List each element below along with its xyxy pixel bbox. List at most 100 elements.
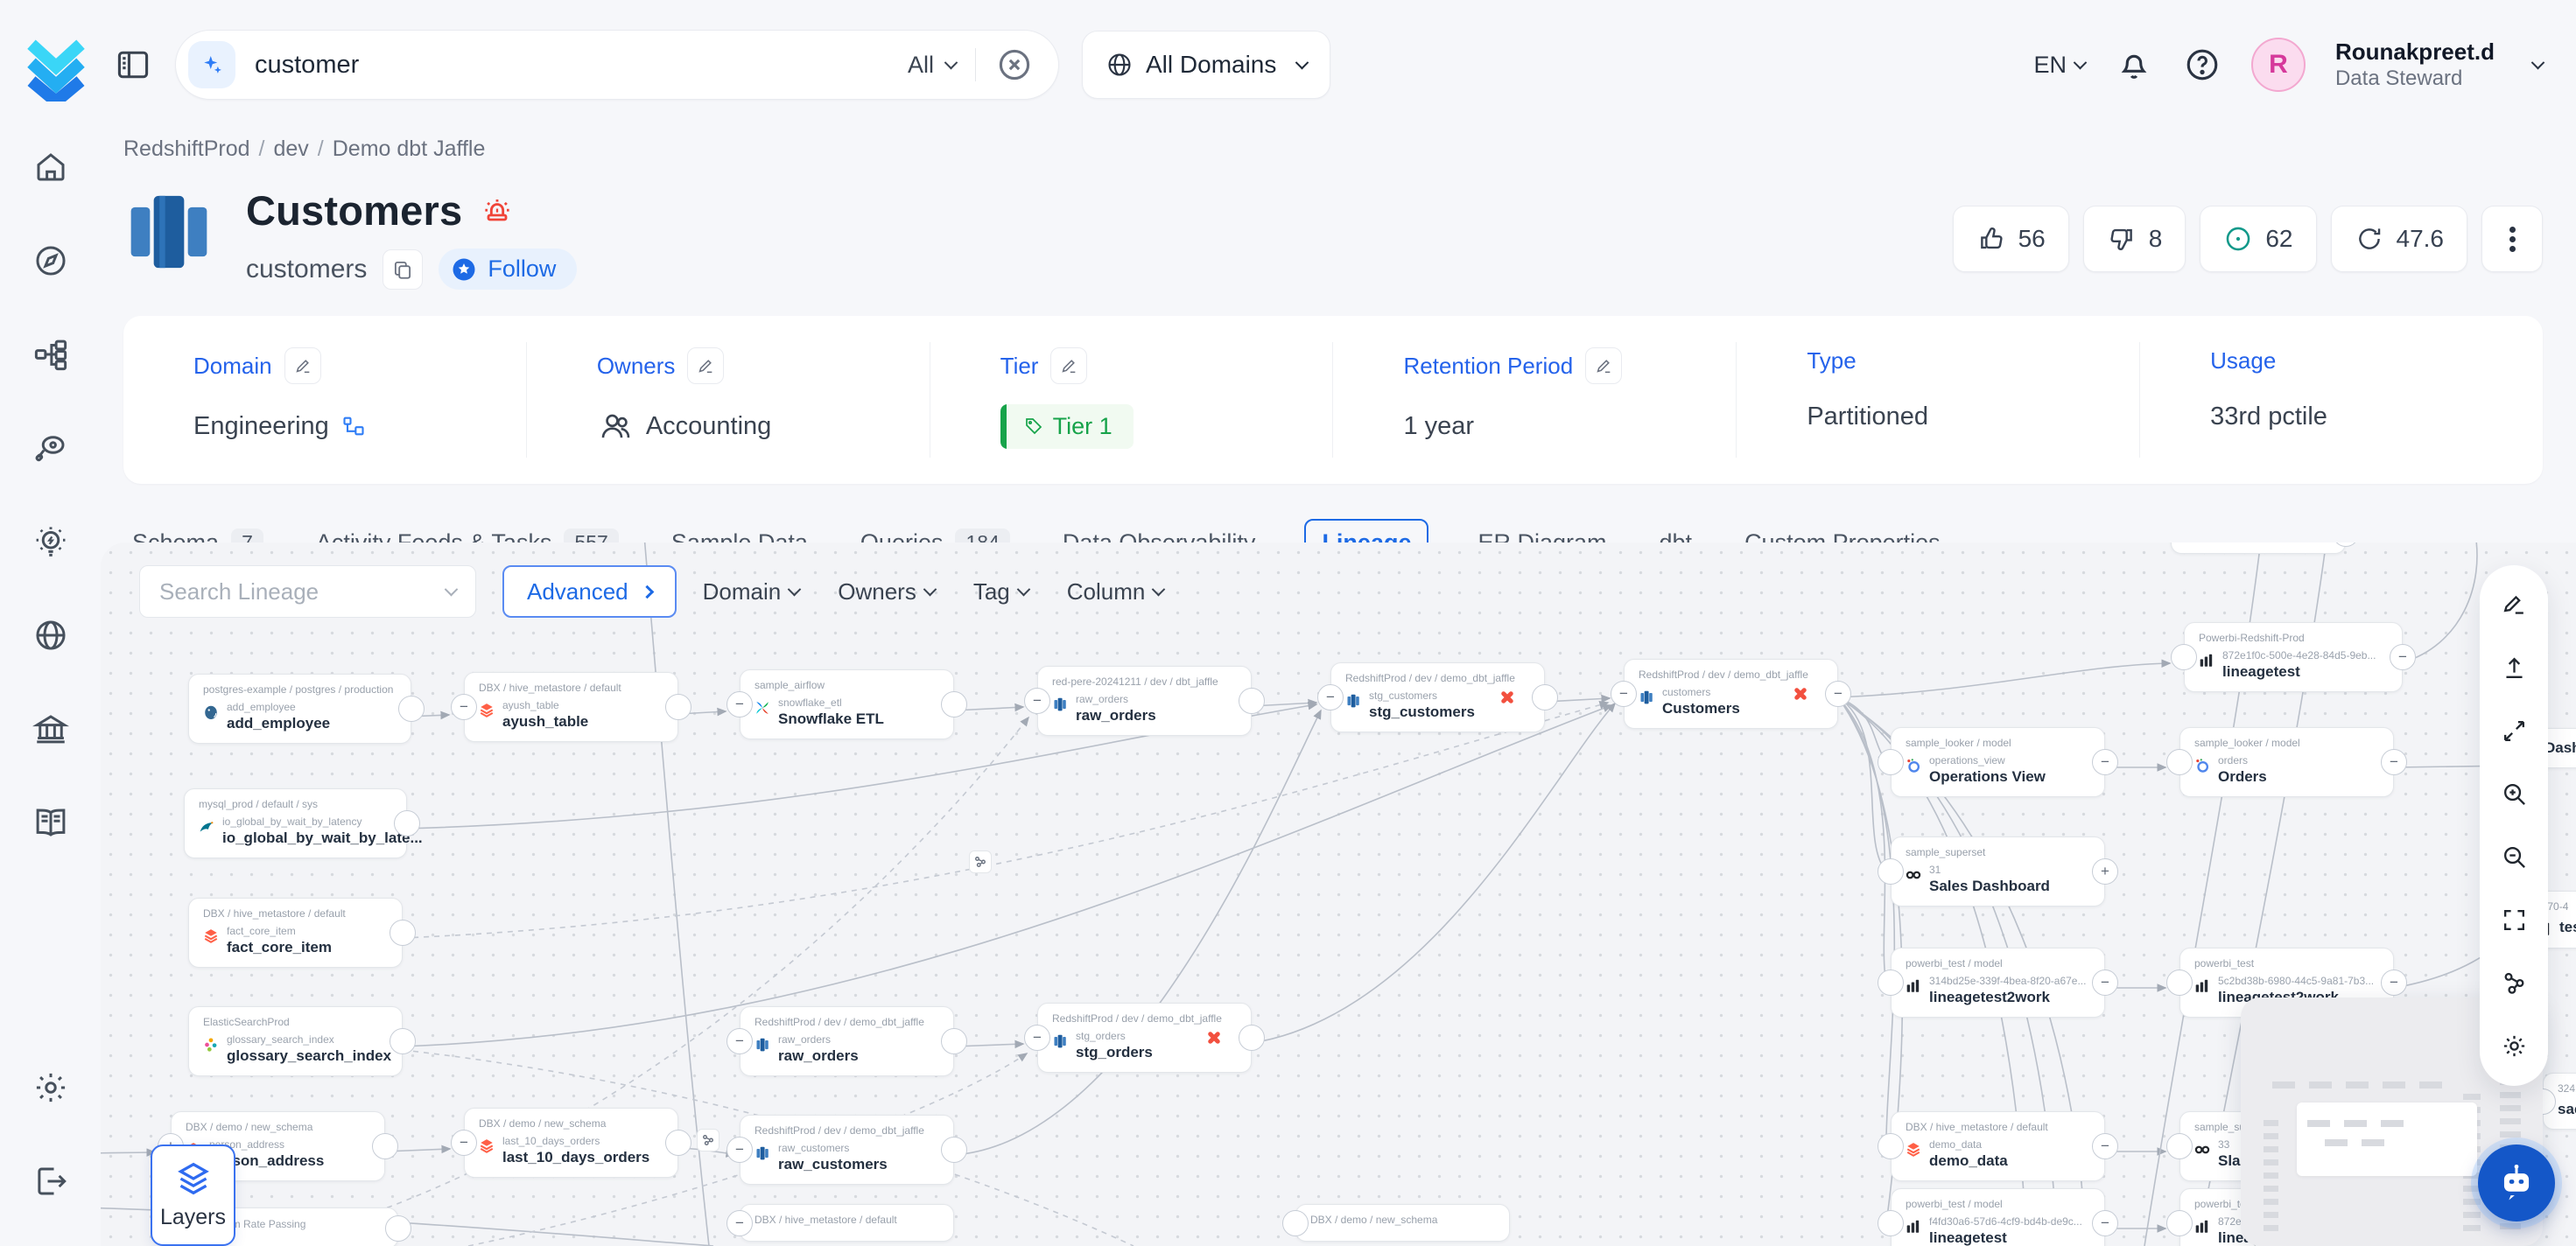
breadcrumb-item[interactable]: RedshiftProd [123,136,250,161]
likes-button[interactable]: 56 [1953,206,2069,272]
node-port-left[interactable]: − [726,1028,753,1054]
user-avatar[interactable]: R [2251,38,2306,92]
sidebar-item-observe-icon[interactable] [32,430,69,466]
node-port-left[interactable] [2166,1133,2193,1159]
node-port-left[interactable] [2171,644,2197,670]
node-port-right[interactable]: − [2092,970,2118,996]
lineage-node[interactable]: − red-pere-20241211 / dev / dbt_jaffle r… [1037,666,1252,736]
node-port-right[interactable]: − [2381,749,2407,775]
node-port-right[interactable] [665,1130,691,1156]
node-port-right[interactable]: − [2390,644,2416,670]
node-port-left[interactable] [1878,1133,1904,1159]
export-upload-icon[interactable] [2501,654,2528,682]
sidebar-item-home-icon[interactable] [32,149,69,186]
node-port-right[interactable] [394,810,420,836]
node-port-left[interactable]: − [1611,681,1637,707]
lineage-node[interactable]: − RedshiftProd / dev / demo_dbt_jaffle s… [1037,1003,1252,1073]
sidebar-item-glossary-icon[interactable] [32,804,69,841]
lineage-node[interactable]: − DBX / hive_metastore / default [740,1204,954,1242]
node-port-left[interactable]: − [726,691,753,718]
node-port-left[interactable] [2166,1210,2193,1236]
filter-domain-dropdown[interactable]: Domain [703,578,800,606]
sidebar-item-discover-icon[interactable] [32,242,69,279]
fullscreen-icon[interactable] [2501,906,2528,934]
canvas-settings-icon[interactable] [2501,1032,2528,1060]
lineage-node[interactable]: DBX / demo / new_schema [1295,1204,1510,1242]
lineage-node[interactable]: powerbi_test / model f4fd30a6-57d6-4cf9-… [1891,1188,2105,1246]
lineage-search-input[interactable]: Search Lineage [139,565,476,618]
edit-lineage-icon[interactable] [2501,592,2528,619]
node-port-left[interactable] [1878,970,1904,996]
lineage-node[interactable]: sample_superset 31 Sales Dashboard + [1891,836,2105,906]
lineage-node[interactable]: sample_looker / model operations_view Op… [1891,727,2105,797]
lineage-node[interactable]: − DBX / demo / new_schema last_10_days_o… [464,1108,678,1178]
edit-retention-button[interactable] [1585,347,1622,384]
node-port-left[interactable] [2166,970,2193,996]
language-selector[interactable]: EN [2033,52,2085,79]
lineage-node[interactable]: 32412 sactio [2543,1073,2576,1130]
node-port-right[interactable]: + [2092,858,2118,885]
edit-owners-button[interactable] [687,347,724,384]
lineage-node[interactable]: − sample_airflow snowflake_etl Snowflake… [740,669,954,739]
zoom-in-icon[interactable] [2501,780,2528,808]
node-port-left[interactable]: − [1024,688,1050,714]
node-port-right[interactable] [1239,688,1265,714]
zoom-out-icon[interactable] [2501,844,2528,871]
node-port-left[interactable] [1878,858,1904,885]
node-port-left[interactable] [2166,749,2193,775]
chatbot-button[interactable] [2478,1144,2555,1222]
user-menu[interactable]: Rounakpreet.d Data Steward [2335,38,2495,93]
filter-column-dropdown[interactable]: Column [1067,578,1164,606]
lineage-node[interactable]: ElasticSearchProd glossary_search_index … [188,1006,403,1076]
node-port-right[interactable] [390,920,416,946]
node-port-right[interactable] [385,1215,411,1242]
node-port-right[interactable] [390,1028,416,1054]
lineage-node[interactable]: powerbi_test / model 314bd25e-339f-4bea-… [1891,948,2105,1018]
app-logo-icon[interactable] [21,28,91,102]
node-port-left[interactable] [1878,749,1904,775]
sidebar-item-insights-icon[interactable] [32,523,69,560]
search-scope-dropdown[interactable]: All [908,52,956,79]
sidebar-item-settings-icon[interactable] [32,1069,69,1106]
filter-tag-dropdown[interactable]: Tag [973,578,1028,606]
fit-expand-icon[interactable] [2501,718,2528,745]
lineage-node[interactable]: − RedshiftProd / dev / demo_dbt_jaffle c… [1624,659,1838,729]
node-port-right[interactable]: − [2381,970,2407,996]
node-port-right[interactable] [1532,684,1558,710]
node-port-left[interactable]: − [451,694,477,720]
sidebar-item-products-icon[interactable] [32,336,69,373]
lineage-node[interactable]: − RedshiftProd / dev / demo_dbt_jaffle s… [1330,662,1545,732]
breadcrumb-item[interactable]: dev [273,136,308,161]
edge-process-icon[interactable] [697,1129,719,1152]
announcement-siren-icon[interactable] [480,193,515,228]
lineage-node[interactable]: − RedshiftProd / dev / demo_dbt_jaffle r… [740,1115,954,1185]
edit-domain-button[interactable] [284,347,321,384]
node-port-left[interactable]: − [1317,684,1344,710]
sidebar-item-web-icon[interactable] [32,617,69,654]
edge-process-icon[interactable] [969,850,992,873]
lineage-node[interactable]: DBX / hive_metastore / default demo_data… [1891,1111,2105,1181]
lineage-node[interactable]: sample_looker / model orders Orders − [2179,727,2394,797]
graph-share-icon[interactable] [2501,970,2528,997]
search-clear-icon[interactable] [995,46,1034,84]
lineage-node[interactable]: mysql_prod / default / sys io_global_by_… [184,788,407,858]
help-icon[interactable] [2183,46,2222,84]
node-port-left[interactable] [1282,1210,1309,1236]
global-search[interactable]: All [175,30,1059,100]
all-domains-button[interactable]: All Domains [1082,31,1330,99]
node-port-left[interactable]: − [726,1210,753,1236]
more-actions-button[interactable] [2481,206,2543,272]
filter-owners-dropdown[interactable]: Owners [838,578,935,606]
node-port-right[interactable] [941,1137,967,1163]
refresh-score-button[interactable]: 47.6 [2331,206,2468,272]
node-port-right[interactable]: − [2092,1210,2118,1236]
node-port-left[interactable]: − [1024,1025,1050,1051]
sidebar-toggle-icon[interactable] [114,46,152,84]
advanced-filters-button[interactable]: Advanced [502,565,677,618]
node-port-right[interactable] [398,696,425,722]
copy-icon[interactable] [383,249,423,290]
layers-button[interactable]: Layers [151,1144,235,1246]
notifications-bell-icon[interactable] [2115,46,2153,84]
lineage-node[interactable]: − DBX / hive_metastore / default ayush_t… [464,672,678,742]
dislikes-button[interactable]: 8 [2083,206,2186,272]
